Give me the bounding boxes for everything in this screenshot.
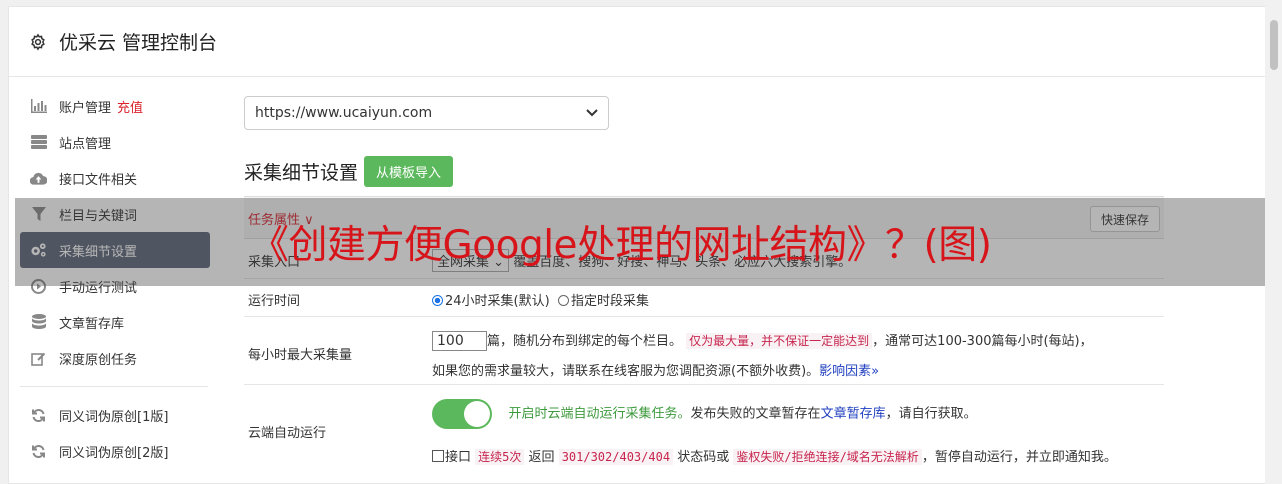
code-consecutive: 连续5次: [475, 449, 525, 465]
cloud-run-toggle[interactable]: [432, 399, 492, 429]
server-icon: [30, 134, 47, 151]
interface-checkbox[interactable]: [432, 450, 444, 462]
row-label: 运行时间: [248, 294, 301, 309]
refresh-icon: [30, 443, 47, 460]
gear-icon: [29, 32, 47, 51]
sidebar-item-article-store[interactable]: 文章暂存库: [20, 304, 210, 340]
double-chevron-down-icon: »: [871, 364, 880, 379]
row-label: 每小时最大采集量: [248, 348, 353, 363]
scrollbar-thumb[interactable]: [1270, 20, 1278, 70]
max-text-2: ，通常可达100-300篇每小时(每站)，: [872, 334, 1093, 349]
sidebar-item-label: 同义词伪原创[1版]: [59, 409, 169, 425]
row-value: 24小时采集(默认) 指定时段采集: [432, 290, 649, 309]
sidebar-item-label: 站点管理: [59, 136, 112, 152]
code-status: 301/302/403/404: [558, 449, 674, 465]
recharge-link[interactable]: 充值: [117, 97, 143, 116]
console-header: 优采云 管理控制台: [9, 7, 1275, 77]
row-value: 开启时云端自动运行采集任务。发布失败的文章暂存在文章暂存库，请自行获取。: [432, 399, 977, 429]
import-template-button[interactable]: 从模板导入: [364, 155, 454, 187]
cloud-text-2: ，请自行获取。: [885, 406, 977, 422]
row-max-per-hour: 每小时最大采集量 100 篇，随机分布到绑定的每个栏目。 仅为最大量，并不保证一定…: [244, 317, 1164, 385]
sidebar-item-synonym-v1[interactable]: 同义词伪原创[1版]: [20, 397, 210, 433]
section-title: 采集细节设置: [244, 161, 359, 184]
cloud-text-4: 状态码或: [677, 450, 730, 465]
influence-factors-link[interactable]: 影响因素»: [819, 364, 879, 379]
scrollbar[interactable]: [1265, 0, 1282, 484]
sidebar-item-deep-original[interactable]: 深度原创任务: [20, 340, 210, 376]
sidebar-item-label: 深度原创任务: [59, 352, 138, 368]
max-per-hour-input[interactable]: 100: [432, 331, 487, 351]
row-value: 100 篇，随机分布到绑定的每个栏目。 仅为最大量，并不保证一定能达到 ，通常可达1…: [432, 326, 1162, 387]
section-header: 采集细节设置 从模板导入: [244, 155, 1164, 187]
chevron-down-icon: [586, 107, 598, 120]
bar-chart-icon: [30, 98, 47, 115]
radio-scheduled-label: 指定时段采集: [570, 294, 649, 309]
sidebar-item-label: 文章暂存库: [59, 316, 125, 332]
sidebar-item-interface-files[interactable]: 接口文件相关: [20, 160, 210, 196]
radio-scheduled[interactable]: [557, 295, 569, 306]
row-value-2: 接口 连续5次 返回 301/302/403/404 状态码或 鉴权失败/拒绝连…: [432, 446, 1117, 465]
main-content: https://www.ucaiyun.com 采集细节设置 从模板导入: [244, 96, 1164, 187]
sidebar-item-label: 接口文件相关: [59, 172, 138, 188]
sidebar-item-account[interactable]: 账户管理 充值: [20, 88, 210, 124]
database-icon: [30, 314, 47, 331]
cloud-text-3: 返回: [528, 450, 555, 465]
sidebar-item-label: 账户管理: [59, 100, 112, 116]
sidebar-item-sites[interactable]: 站点管理: [20, 124, 210, 160]
row-cloud-run: 云端自动运行 开启时云端自动运行采集任务。发布失败的文章暂存在文章暂存库，请自行…: [244, 385, 1164, 475]
site-select-value: https://www.ucaiyun.com: [255, 105, 433, 121]
code-errors: 鉴权失败/拒绝连接/域名无法解析: [733, 449, 922, 465]
sidebar-item-label: 同义词伪原创[2版]: [59, 445, 169, 461]
overlay-title: 《创建方便Google处理的网址结构》？(图): [250, 223, 992, 268]
site-select[interactable]: https://www.ucaiyun.com: [244, 96, 609, 130]
max-warning: 仅为最大量，并不保证一定能达到: [686, 333, 873, 349]
max-text-1: 篇，随机分布到绑定的每个栏目。: [487, 334, 683, 349]
row-label: 云端自动运行: [248, 426, 327, 441]
influence-factors-label: 影响因素: [819, 364, 872, 379]
sidebar-divider: [20, 386, 208, 387]
max-text-3: 如果您的需求量较大，请联系在线客服为您调配资源(不额外收费)。: [432, 364, 820, 379]
refresh-icon: [30, 407, 47, 424]
cloud-text-5: ，暂停自动运行，并立即通知我。: [921, 450, 1117, 465]
cloud-run-note: 开启时云端自动运行采集任务。: [508, 406, 691, 422]
radio-24h-label: 24小时采集(默认): [445, 294, 550, 309]
checkbox-label: 接口: [445, 450, 472, 465]
sidebar-item-synonym-v2[interactable]: 同义词伪原创[2版]: [20, 433, 210, 469]
article-store-link[interactable]: 文章暂存库: [821, 407, 886, 422]
edit-icon: [30, 350, 47, 367]
cloud-upload-icon: [30, 170, 47, 187]
cloud-text-1: 发布失败的文章暂存在: [690, 406, 821, 422]
page-title: 优采云 管理控制台: [59, 32, 218, 54]
radio-24h[interactable]: [432, 295, 443, 306]
